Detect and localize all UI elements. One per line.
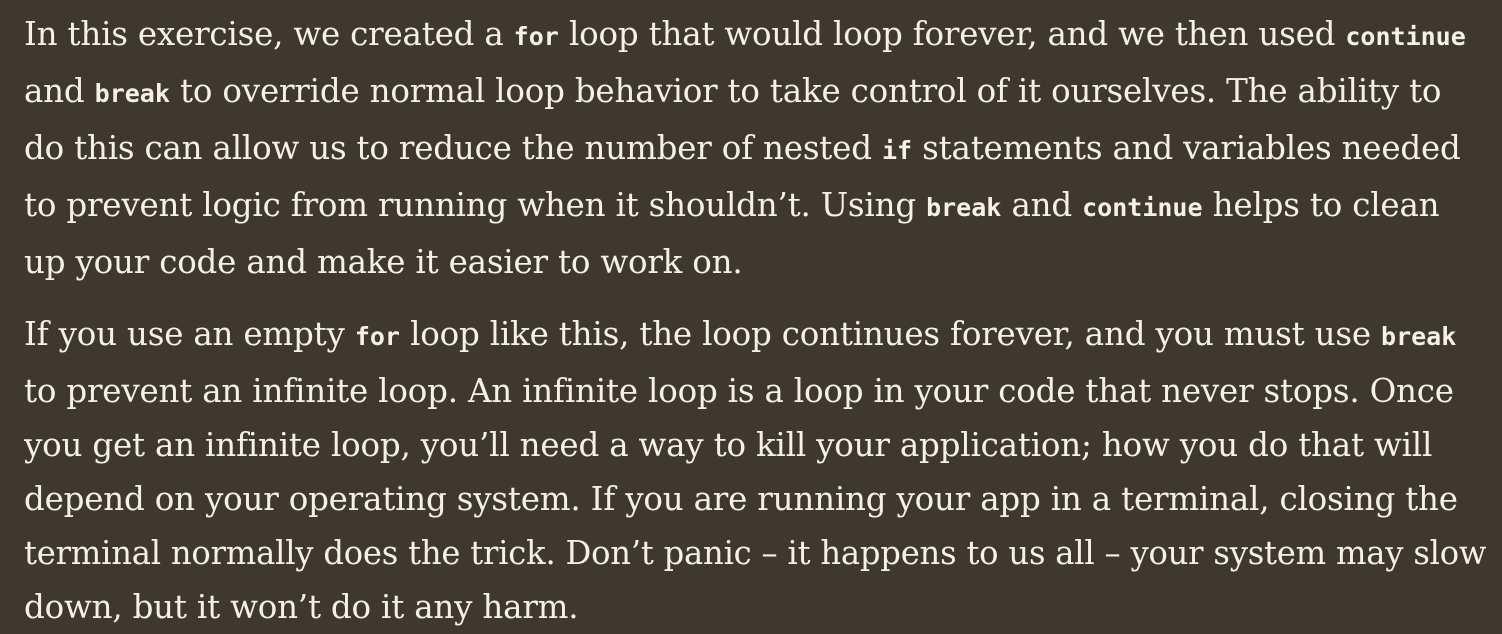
code-keyword-break: break xyxy=(926,193,1002,222)
text-run: to prevent an infinite loop. An infinite… xyxy=(24,372,1454,410)
paragraph-line: In this exercise, we created a for loop … xyxy=(24,7,1486,64)
paragraph-1: In this exercise, we created a for loop … xyxy=(24,7,1486,289)
code-keyword-continue: continue xyxy=(1345,22,1466,51)
code-keyword-break: break xyxy=(1381,322,1457,351)
code-keyword-if: if xyxy=(881,136,913,165)
text-run: and xyxy=(1001,186,1083,224)
paragraph-line: to prevent an infinite loop. An infinite… xyxy=(24,364,1486,418)
text-run: to prevent logic from running when it sh… xyxy=(24,186,927,224)
text-run: statements and variables needed xyxy=(912,129,1461,167)
paragraph-line: down, but it won’t do it any harm. xyxy=(24,580,1486,634)
paragraph-line: terminal normally does the trick. Don’t … xyxy=(24,526,1486,580)
code-keyword-for: for xyxy=(513,22,559,51)
paragraph-line: and break to override normal loop behavi… xyxy=(24,64,1486,121)
text-run: to override normal loop behavior to take… xyxy=(169,72,1442,110)
paragraph-line: If you use an empty for loop like this, … xyxy=(24,307,1486,364)
text-run: If you use an empty xyxy=(24,315,355,353)
code-keyword-continue: continue xyxy=(1082,193,1203,222)
text-run: terminal normally does the trick. Don’t … xyxy=(24,534,1487,572)
paragraph-line: do this can allow us to reduce the numbe… xyxy=(24,121,1486,178)
text-run: do this can allow us to reduce the numbe… xyxy=(24,129,882,167)
text-run: and xyxy=(24,72,95,110)
text-run: down, but it won’t do it any harm. xyxy=(24,588,579,626)
document-page: In this exercise, we created a for loop … xyxy=(0,0,1502,626)
paragraph-2: If you use an empty for loop like this, … xyxy=(24,307,1486,634)
text-run: loop that would loop forever, and we the… xyxy=(558,15,1346,53)
paragraph-line: you get an infinite loop, you’ll need a … xyxy=(24,418,1486,472)
code-keyword-for: for xyxy=(354,322,400,351)
code-keyword-break: break xyxy=(94,79,170,108)
text-run: you get an infinite loop, you’ll need a … xyxy=(24,426,1433,464)
text-run: depend on your operating system. If you … xyxy=(24,480,1458,518)
text-run: loop like this, the loop continues forev… xyxy=(399,315,1382,353)
paragraph-line: up your code and make it easier to work … xyxy=(24,235,1486,289)
text-run: In this exercise, we created a xyxy=(24,15,514,53)
paragraph-line: depend on your operating system. If you … xyxy=(24,472,1486,526)
text-run: helps to clean xyxy=(1202,186,1440,224)
paragraph-line: to prevent logic from running when it sh… xyxy=(24,178,1486,235)
text-run: up your code and make it easier to work … xyxy=(24,243,743,281)
